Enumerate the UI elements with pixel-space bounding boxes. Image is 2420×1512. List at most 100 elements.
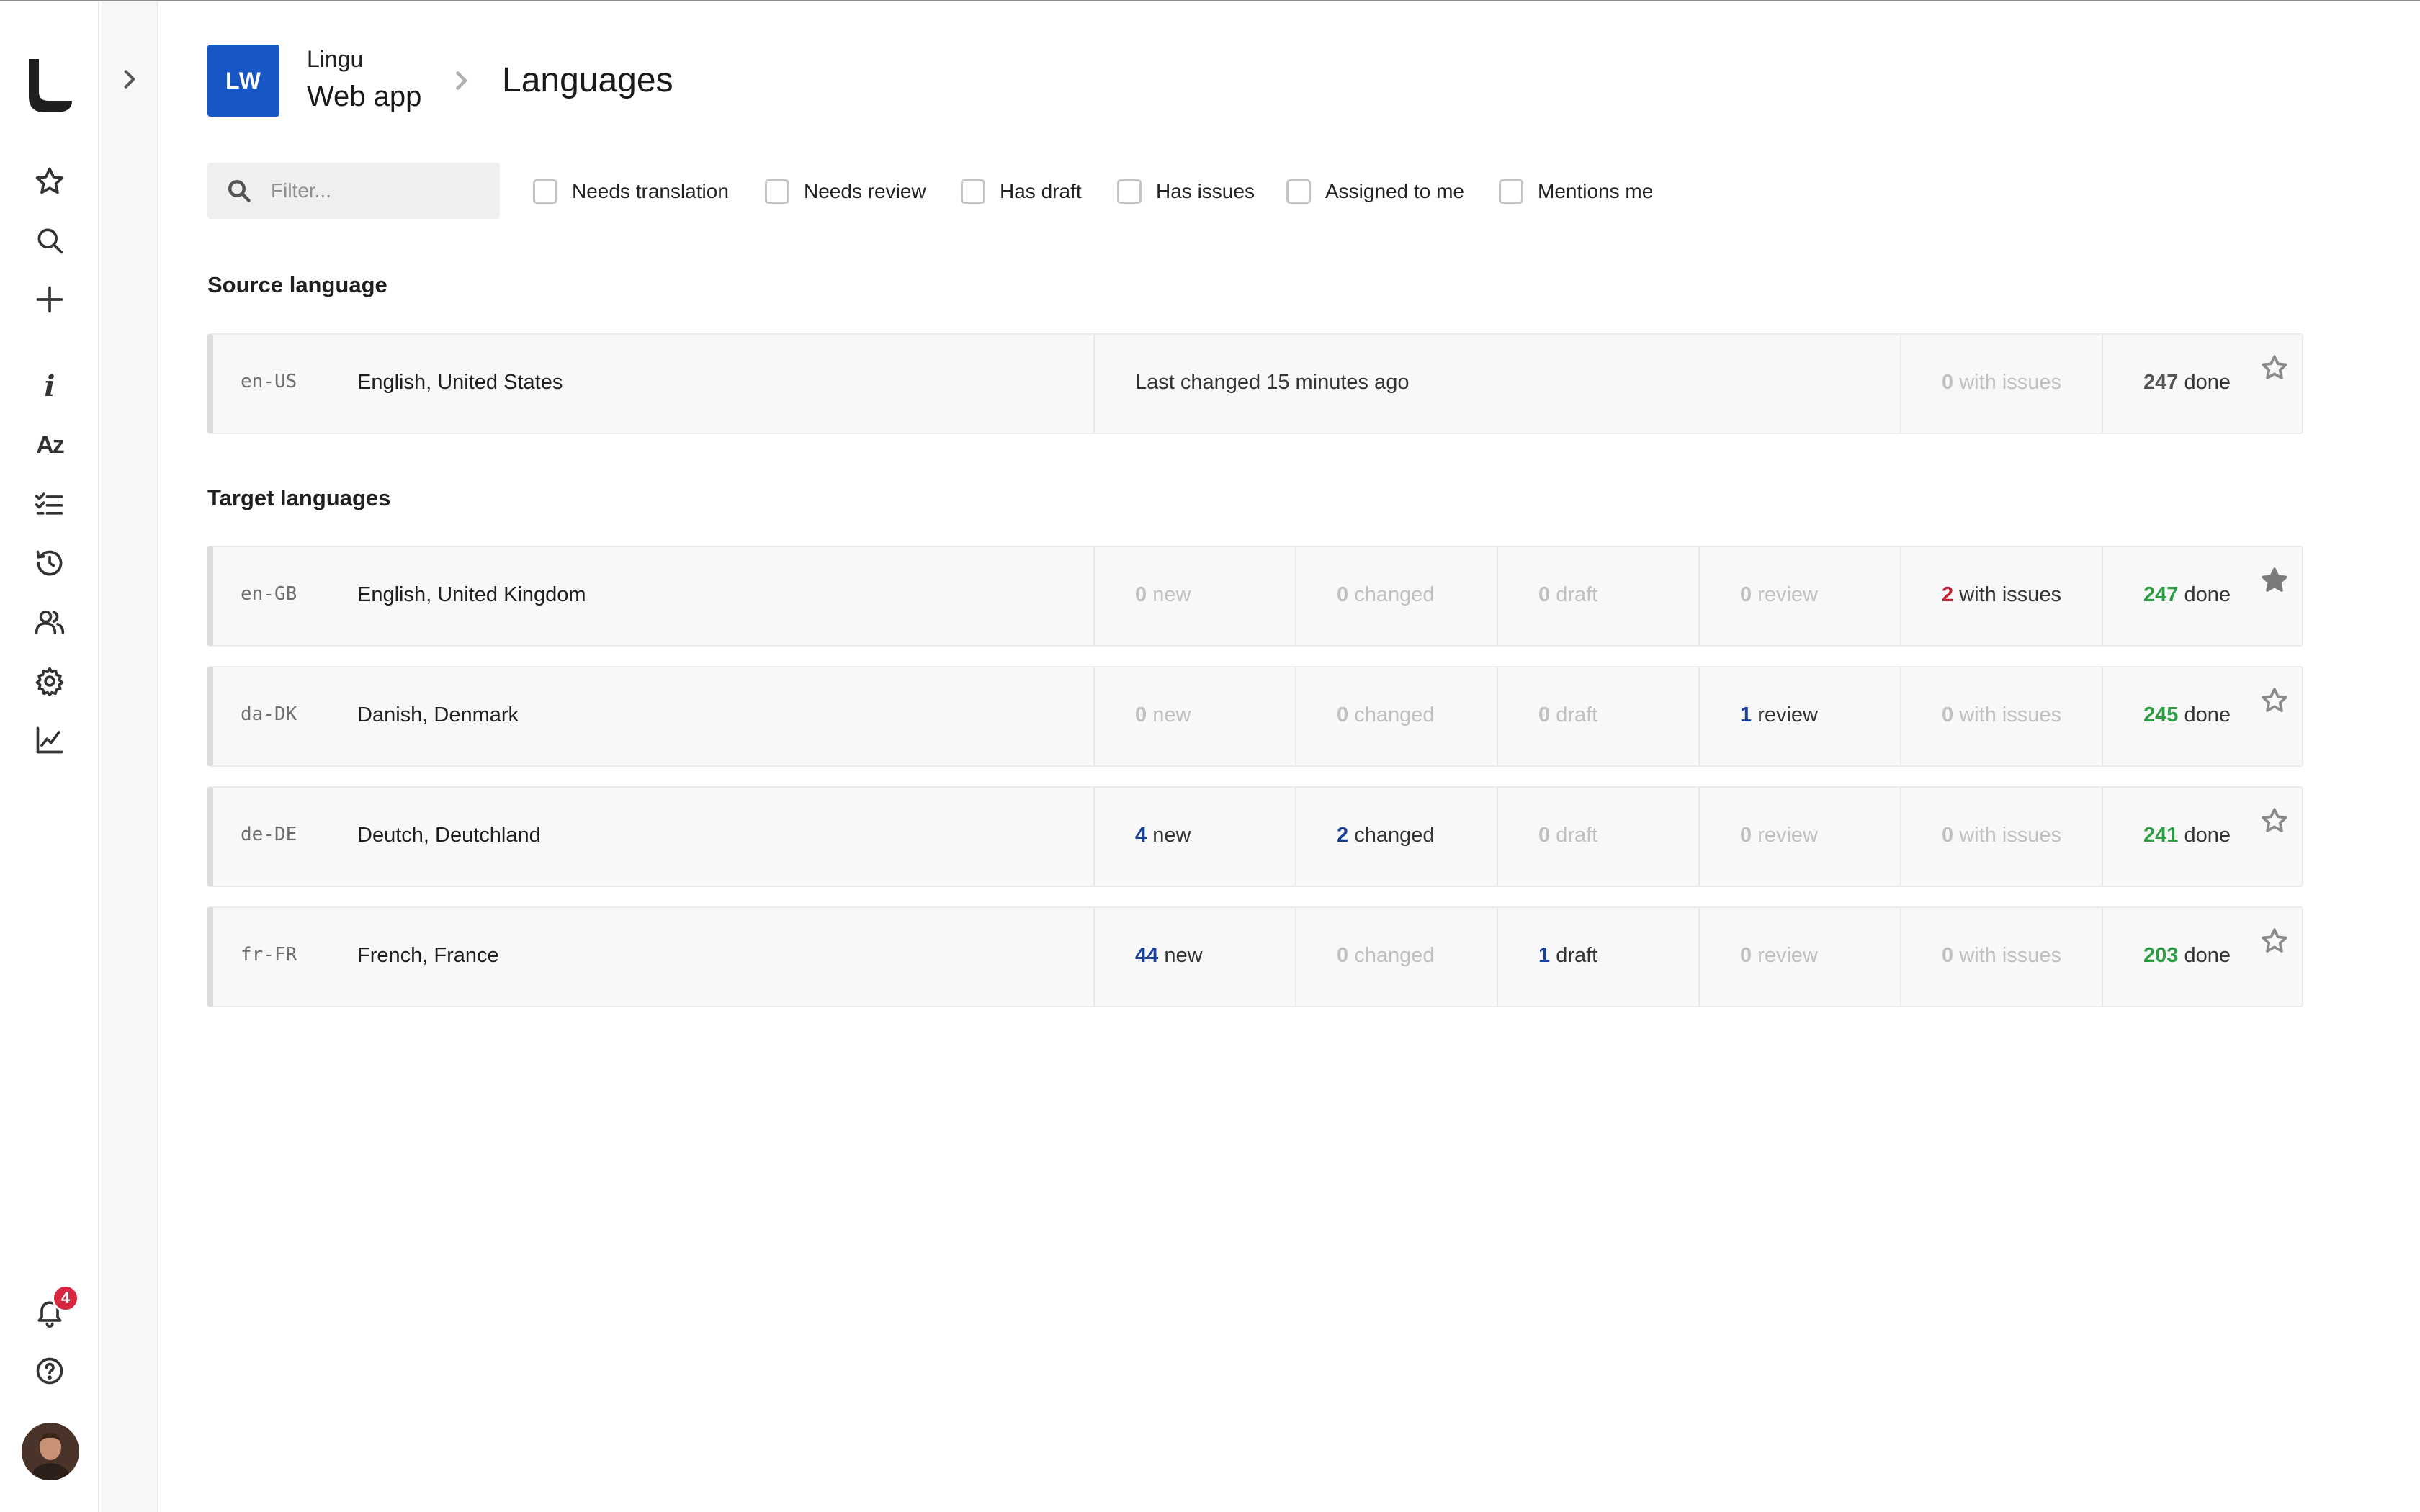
issues-cell[interactable]: 0 with issues — [1900, 667, 2102, 765]
breadcrumb-chevron-icon — [448, 68, 474, 94]
changed-cell[interactable]: 0 changed — [1295, 908, 1497, 1006]
project-organization: Lingu — [307, 46, 364, 72]
checkbox-box[interactable] — [533, 179, 557, 204]
draft-cell[interactable]: 0 draft — [1497, 788, 1698, 886]
issues-cell[interactable]: 0 with issues — [1900, 335, 2102, 433]
changed-cell[interactable]: 0 changed — [1295, 667, 1497, 765]
language-name[interactable]: English, United Kingdom — [357, 583, 586, 607]
star-toggle-icon[interactable] — [2260, 686, 2289, 715]
app-logo[interactable] — [24, 56, 75, 114]
checklist-icon[interactable] — [28, 482, 71, 526]
language-code: de-DE — [241, 824, 297, 845]
draft-label: draft — [1556, 703, 1598, 726]
review-cell[interactable]: 0 review — [1698, 908, 1900, 1006]
changed-count: 2 — [1337, 824, 1349, 847]
gear-icon[interactable] — [28, 660, 71, 703]
checkbox-box[interactable] — [1499, 179, 1523, 204]
issues-label: with issues — [1959, 703, 2062, 726]
checkbox-label: Has issues — [1156, 180, 1255, 202]
language-name[interactable]: Danish, Denmark — [357, 703, 519, 727]
new-cell[interactable]: 44 new — [1093, 908, 1295, 1006]
draft-count: 0 — [1538, 703, 1551, 726]
issues-cell[interactable]: 0 with issues — [1900, 788, 2102, 886]
language-row-da-dk[interactable]: da-DK Danish, Denmark 0 new 0 changed 0 … — [207, 666, 2303, 767]
search-icon — [228, 180, 251, 202]
checkbox-box[interactable] — [765, 179, 789, 204]
checkbox-box[interactable] — [1286, 179, 1311, 204]
new-count: 0 — [1135, 703, 1147, 726]
checkbox-has-draft[interactable]: Has draft — [961, 177, 1082, 206]
changed-cell[interactable]: 2 changed — [1295, 788, 1497, 886]
draft-cell[interactable]: 1 draft — [1497, 908, 1698, 1006]
draft-count: 0 — [1538, 824, 1551, 847]
new-label: new — [1152, 824, 1191, 847]
checkbox-box[interactable] — [1117, 179, 1142, 204]
done-label: done — [2184, 703, 2231, 726]
plus-icon[interactable] — [28, 278, 71, 321]
done-cell[interactable]: 203 done — [2102, 908, 2303, 1006]
checkbox-assigned-to-me[interactable]: Assigned to me — [1286, 177, 1464, 206]
checkbox-needs-translation[interactable]: Needs translation — [533, 177, 729, 206]
issues-cell[interactable]: 2 with issues — [1900, 547, 2102, 645]
done-label: done — [2184, 944, 2231, 967]
new-label: new — [1152, 703, 1191, 726]
issues-count: 0 — [1942, 824, 1954, 847]
project-name[interactable]: Web app — [307, 81, 421, 113]
users-icon[interactable] — [28, 600, 71, 644]
star-filled-icon[interactable] — [2260, 566, 2289, 595]
done-cell[interactable]: 241 done — [2102, 788, 2303, 886]
chart-icon[interactable] — [28, 719, 71, 762]
language-row-source[interactable]: en-US English, United States Last change… — [207, 333, 2303, 434]
review-cell[interactable]: 0 review — [1698, 547, 1900, 645]
language-name[interactable]: Deutch, Deutchland — [357, 824, 541, 847]
draft-label: draft — [1556, 583, 1598, 606]
language-row-en-gb[interactable]: en-GB English, United Kingdom 0 new 0 ch… — [207, 546, 2303, 647]
search-icon[interactable] — [28, 219, 71, 262]
checkbox-needs-review[interactable]: Needs review — [765, 177, 926, 206]
help-icon[interactable] — [28, 1349, 71, 1392]
language-name[interactable]: English, United States — [357, 371, 563, 395]
draft-cell[interactable]: 0 draft — [1497, 547, 1698, 645]
review-count: 0 — [1740, 824, 1752, 847]
changed-cell[interactable]: 0 changed — [1295, 547, 1497, 645]
new-cell[interactable]: 0 new — [1093, 547, 1295, 645]
expand-chevron-icon[interactable] — [114, 63, 145, 95]
new-cell[interactable]: 4 new — [1093, 788, 1295, 886]
history-icon[interactable] — [28, 541, 71, 585]
star-toggle-icon[interactable] — [2260, 806, 2289, 835]
done-cell[interactable]: 247 done — [2102, 335, 2303, 433]
filter-input[interactable] — [271, 163, 487, 219]
draft-label: draft — [1556, 824, 1598, 847]
last-changed-text: Last changed 15 minutes ago — [1135, 371, 1410, 394]
issues-label: with issues — [1959, 944, 2062, 967]
info-icon[interactable]: i — [28, 364, 71, 408]
issues-cell[interactable]: 0 with issues — [1900, 908, 2102, 1006]
draft-count: 1 — [1538, 944, 1551, 967]
review-cell[interactable]: 0 review — [1698, 788, 1900, 886]
star-toggle-icon[interactable] — [2260, 927, 2289, 955]
language-name[interactable]: French, France — [357, 944, 499, 968]
draft-cell[interactable]: 0 draft — [1497, 667, 1698, 765]
app-rail: i Az 4 — [0, 1, 99, 1512]
star-icon[interactable] — [28, 160, 71, 203]
project-avatar[interactable]: LW — [207, 45, 279, 117]
done-label: done — [2184, 371, 2231, 394]
last-changed-cell: Last changed 15 minutes ago — [1093, 335, 1900, 433]
language-code: fr-FR — [241, 944, 297, 966]
user-avatar[interactable] — [22, 1423, 79, 1480]
new-cell[interactable]: 0 new — [1093, 667, 1295, 765]
done-cell[interactable]: 245 done — [2102, 667, 2303, 765]
checkbox-mentions-me[interactable]: Mentions me — [1499, 177, 1653, 206]
language-row-de-de[interactable]: de-DE Deutch, Deutchland 4 new 2 changed… — [207, 786, 2303, 887]
checkbox-has-issues[interactable]: Has issues — [1117, 177, 1255, 206]
text-az-icon[interactable]: Az — [28, 423, 71, 467]
review-cell[interactable]: 1 review — [1698, 667, 1900, 765]
changed-count: 0 — [1337, 583, 1349, 606]
filter-box — [207, 163, 500, 219]
top-border — [0, 0, 2420, 1]
done-label: done — [2184, 583, 2231, 606]
done-cell[interactable]: 247 done — [2102, 547, 2303, 645]
language-row-fr-fr[interactable]: fr-FR French, France 44 new 0 changed 1 … — [207, 906, 2303, 1007]
checkbox-box[interactable] — [961, 179, 985, 204]
star-toggle-icon[interactable] — [2260, 354, 2289, 382]
